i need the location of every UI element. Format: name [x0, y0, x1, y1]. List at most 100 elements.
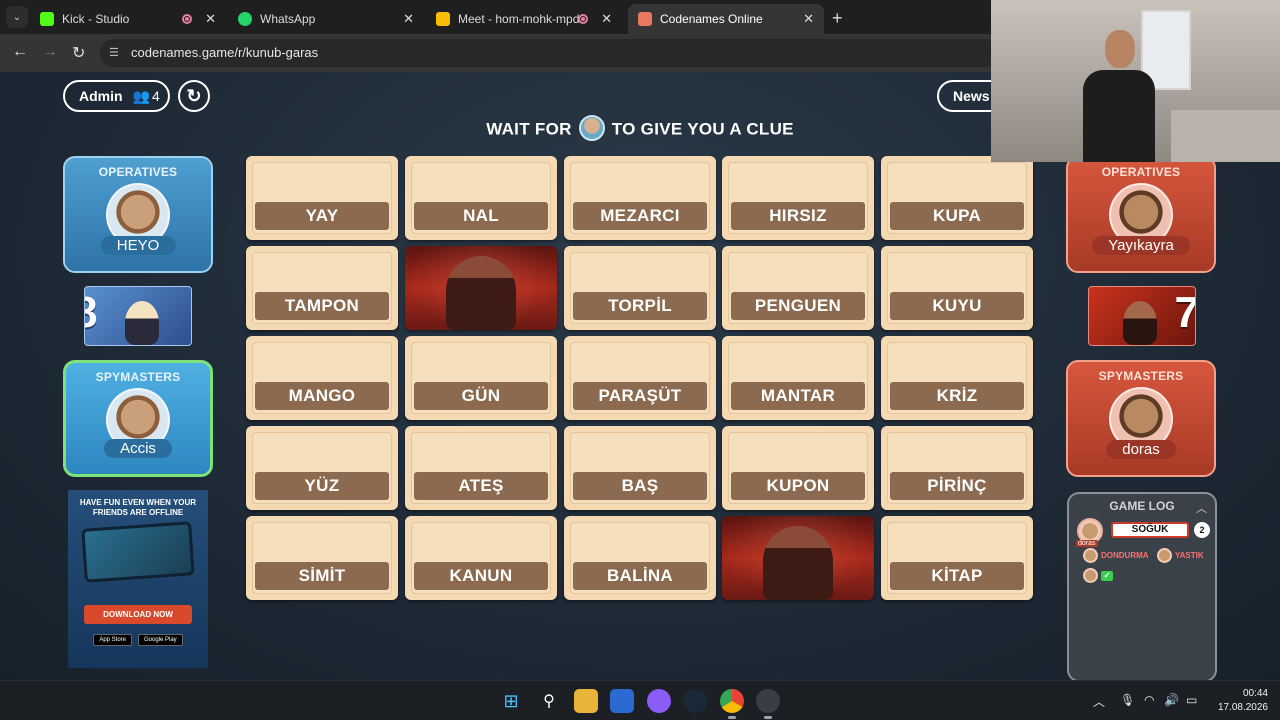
blue-operatives-panel[interactable]: OPERATIVES HEYO [63, 156, 213, 273]
revealed-agent-card[interactable] [722, 516, 874, 600]
word-card[interactable]: PENGUEN [722, 246, 874, 330]
card-word: TORPİL [573, 292, 707, 320]
guess-word: YASTIK [1175, 551, 1204, 560]
app-store-badge[interactable]: App Store [93, 634, 132, 647]
guesser-avatar [1083, 548, 1098, 563]
tab-search-button[interactable]: ⌄ [6, 6, 28, 28]
word-card[interactable]: MANGO [246, 336, 398, 420]
word-card[interactable]: KRİZ [881, 336, 1033, 420]
chevron-up-icon[interactable]: ︿ [1196, 500, 1207, 516]
obs-icon[interactable] [756, 689, 780, 719]
card-word: KUYU [890, 292, 1024, 320]
blue-spymasters-panel[interactable]: SPYMASTERS Accis [63, 360, 213, 477]
whatsapp-icon [238, 12, 252, 26]
steam-icon[interactable] [683, 689, 707, 713]
new-tab-icon[interactable]: + [832, 8, 843, 29]
tab-meet[interactable]: Meet - hom-mohk-mpd ✕ [426, 4, 622, 34]
address-bar[interactable]: ☰ codenames.game/r/kunub-garas [100, 39, 1000, 67]
card-word: BAŞ [573, 472, 707, 500]
word-card[interactable]: KİTAP [881, 516, 1033, 600]
tablet-image [81, 521, 195, 583]
word-card[interactable]: BALİNA [564, 516, 716, 600]
back-icon[interactable]: ← [12, 43, 28, 61]
word-card[interactable]: MEZARCI [564, 156, 716, 240]
search-icon[interactable]: ⚲ [537, 689, 561, 713]
card-word: SİMİT [255, 562, 389, 590]
system-clock[interactable]: 00:44 17.08.2026 [1208, 687, 1268, 715]
clue-giver-name: doras [1076, 540, 1098, 547]
close-tab-icon[interactable]: ✕ [403, 11, 414, 27]
word-card[interactable]: BAŞ [564, 426, 716, 510]
word-card[interactable]: PİRİNÇ [881, 426, 1033, 510]
card-word: NAL [414, 202, 548, 230]
blue-remaining-count: 8 [85, 291, 97, 335]
panel-title: OPERATIVES [98, 165, 178, 179]
word-card[interactable]: YÜZ [246, 426, 398, 510]
battery-icon[interactable]: ▭ [1186, 693, 1197, 707]
card-word: GÜN [414, 382, 548, 410]
google-play-badge[interactable]: Google Play [138, 634, 183, 647]
reload-icon[interactable]: ↻ [72, 43, 85, 63]
word-card[interactable]: KUPA [881, 156, 1033, 240]
word-card[interactable]: PARAŞÜT [564, 336, 716, 420]
word-card[interactable]: ATEŞ [405, 426, 557, 510]
recording-icon [578, 14, 588, 24]
game-log[interactable]: GAME LOG ︿ doras SOĞUK 2 DONDURMA YASTIK… [1067, 492, 1217, 680]
agent-figure [1123, 301, 1157, 345]
recording-icon [182, 14, 192, 24]
banner-suffix: TO GIVE YOU A CLUE [611, 119, 794, 139]
player-count: 4 [152, 88, 160, 104]
chrome-icon[interactable] [720, 689, 744, 719]
offline-ad[interactable]: HAVE FUN EVEN WHEN YOUR FRIENDS ARE OFFL… [68, 490, 208, 668]
tab-codenames[interactable]: Codenames Online ✕ [628, 4, 824, 34]
word-card[interactable]: KANUN [405, 516, 557, 600]
red-operatives-panel[interactable]: OPERATIVES Yayıkayra [1066, 156, 1216, 273]
guess-word: DONDURMA [1101, 551, 1149, 560]
site-info-icon[interactable]: ☰ [109, 46, 123, 60]
panel-title: SPYMASTERS [1098, 369, 1184, 383]
revealed-agent-card[interactable] [405, 246, 557, 330]
streamer-figure [1083, 30, 1155, 162]
word-card[interactable]: TORPİL [564, 246, 716, 330]
word-card[interactable]: HIRSIZ [722, 156, 874, 240]
tab-kick-studio[interactable]: Kick - Studio ✕ [30, 4, 226, 34]
store-icon[interactable] [610, 689, 634, 713]
news-label: News [953, 88, 990, 104]
tab-whatsapp[interactable]: WhatsApp ✕ [228, 4, 424, 34]
word-card[interactable]: SİMİT [246, 516, 398, 600]
windows-start-icon[interactable]: ⊞ [499, 689, 523, 713]
microphone-icon[interactable]: 🎙 [1120, 693, 1135, 707]
tab-label: Kick - Studio [62, 12, 130, 26]
word-card[interactable]: MANTAR [722, 336, 874, 420]
word-card[interactable]: YAY [246, 156, 398, 240]
file-explorer-icon[interactable] [574, 689, 598, 713]
tab-label: Meet - hom-mohk-mpd [458, 12, 580, 26]
word-card[interactable]: GÜN [405, 336, 557, 420]
volume-icon[interactable]: 🔊 [1164, 693, 1179, 707]
card-word: YAY [255, 202, 389, 230]
card-word: KANUN [414, 562, 548, 590]
forward-icon[interactable]: → [42, 43, 58, 61]
webcam-overlay [991, 0, 1280, 162]
close-tab-icon[interactable]: ✕ [803, 11, 814, 27]
word-card[interactable]: NAL [405, 156, 557, 240]
admin-button[interactable]: Admin 👥 4 [63, 80, 170, 112]
tray-expand-icon[interactable]: ︿ [1093, 693, 1105, 710]
card-word: TAMPON [255, 292, 389, 320]
guess-entry: ✓ [1083, 568, 1113, 583]
word-card[interactable]: KUYU [881, 246, 1033, 330]
word-card[interactable]: KUPON [722, 426, 874, 510]
close-tab-icon[interactable]: ✕ [205, 11, 216, 27]
download-button[interactable]: DOWNLOAD NOW [84, 605, 192, 625]
cat-app-icon[interactable] [647, 689, 671, 713]
close-tab-icon[interactable]: ✕ [601, 11, 612, 27]
wifi-icon[interactable]: ◠ [1144, 693, 1154, 707]
card-word: KUPA [890, 202, 1024, 230]
guesser-avatar [1157, 548, 1172, 563]
card-word: MANGO [255, 382, 389, 410]
spymaster-avatar [578, 115, 605, 141]
red-spymasters-panel[interactable]: SPYMASTERS doras [1066, 360, 1216, 477]
reset-icon[interactable]: ↻ [178, 80, 210, 112]
panel-title: OPERATIVES [1101, 165, 1181, 179]
word-card[interactable]: TAMPON [246, 246, 398, 330]
